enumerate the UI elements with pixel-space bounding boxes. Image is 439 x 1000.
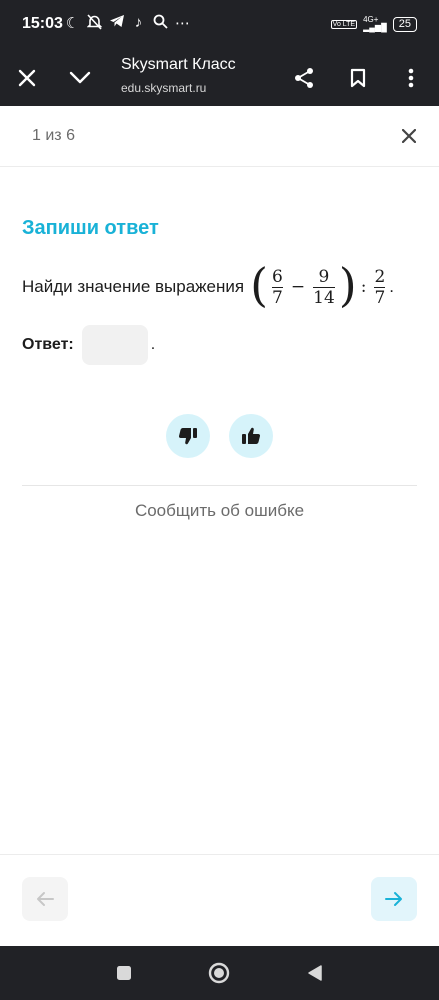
- browser-title: Skysmart Класс: [121, 56, 236, 73]
- previous-task-button[interactable]: [22, 877, 68, 921]
- task-prompt-text: Найди значение выражения: [22, 277, 245, 296]
- answer-period: .: [150, 336, 156, 353]
- fraction-3: 2 7: [374, 266, 386, 308]
- next-task-button[interactable]: [371, 877, 417, 921]
- task-title: Запиши ответ: [22, 217, 159, 239]
- report-error-link[interactable]: Сообщить об ошибке: [0, 501, 439, 521]
- task-prompt: Найди значение выражения ( 6 7 − 9 14 ) …: [22, 257, 394, 317]
- divide-sign: :: [360, 277, 367, 297]
- bookmark-button[interactable]: [340, 60, 376, 96]
- browser-url: edu.skysmart.ru: [121, 81, 207, 95]
- bottom-divider: [0, 854, 439, 855]
- divider: [22, 485, 417, 486]
- fraction-1-denominator: 7: [272, 287, 283, 308]
- left-paren: (: [250, 258, 269, 312]
- bookmark-icon: [350, 68, 366, 88]
- minimize-button[interactable]: [62, 60, 98, 96]
- status-right: Vo LTE 4G+ ▂▄▆█ 25: [330, 15, 417, 32]
- menu-button[interactable]: [393, 60, 429, 96]
- task-progress-row: 1 из 6: [0, 106, 439, 167]
- answer-input[interactable]: [81, 325, 148, 365]
- chevron-down-icon: [69, 71, 91, 84]
- prompt-period: .: [389, 277, 395, 296]
- back-triangle-icon: [308, 965, 322, 981]
- dislike-button[interactable]: [166, 414, 210, 458]
- system-nav-bar: [0, 946, 439, 1000]
- fraction-2-numerator: 9: [318, 266, 330, 287]
- moon-icon: ☾: [65, 15, 80, 32]
- share-button[interactable]: [286, 60, 322, 96]
- status-icons: ☾ ♪ ⋯: [64, 14, 191, 34]
- back-button[interactable]: [304, 962, 326, 984]
- square-icon: [117, 966, 131, 980]
- signal-icon: 4G+ ▂▄▆█: [363, 15, 387, 32]
- fraction-1: 6 7: [272, 267, 283, 308]
- home-circle-icon: [208, 962, 230, 984]
- browser-header: Skysmart Класс edu.skysmart.ru: [0, 50, 439, 106]
- telegram-icon: [108, 14, 125, 34]
- bell-off-icon: [86, 14, 103, 34]
- recents-button[interactable]: [113, 962, 135, 984]
- volte-badge: Vo LTE: [330, 19, 358, 29]
- fraction-2-denominator: 14: [313, 287, 335, 308]
- close-browser-button[interactable]: [9, 60, 45, 96]
- home-button[interactable]: [208, 962, 230, 984]
- progress-label: 1 из 6: [32, 127, 75, 144]
- status-time: 15:03: [22, 15, 63, 32]
- fraction-1-numerator: 6: [272, 266, 283, 287]
- arrow-right-icon: [385, 892, 402, 906]
- answer-label: Ответ:: [22, 336, 74, 353]
- search-icon: [152, 14, 169, 34]
- share-icon: [295, 68, 313, 88]
- answer-row: Ответ: .: [22, 325, 155, 365]
- fraction-3-numerator: 2: [374, 266, 386, 287]
- arrow-left-icon: [37, 892, 54, 906]
- fraction-2: 9 14: [313, 267, 335, 308]
- top-bar: 15:03 ☾ ♪ ⋯ Vo LTE 4G+ ▂▄▆█ 25 Skysmart …: [0, 0, 439, 106]
- thumbs-up-icon: [242, 427, 261, 444]
- battery-icon: 25: [392, 16, 417, 32]
- close-icon: [18, 69, 36, 87]
- close-icon: [402, 129, 416, 143]
- status-bar: 15:03 ☾ ♪ ⋯ Vo LTE 4G+ ▂▄▆█ 25: [0, 0, 439, 50]
- thumbs-down-icon: [178, 428, 197, 445]
- right-paren: ): [338, 258, 357, 312]
- minus-sign: −: [290, 277, 306, 297]
- tiktok-icon: ♪: [134, 14, 143, 31]
- close-test-button[interactable]: [397, 124, 421, 148]
- fraction-3-denominator: 7: [374, 287, 386, 308]
- more-vert-icon: [408, 68, 414, 88]
- more-icon: ⋯: [175, 15, 190, 32]
- like-button[interactable]: [229, 414, 273, 458]
